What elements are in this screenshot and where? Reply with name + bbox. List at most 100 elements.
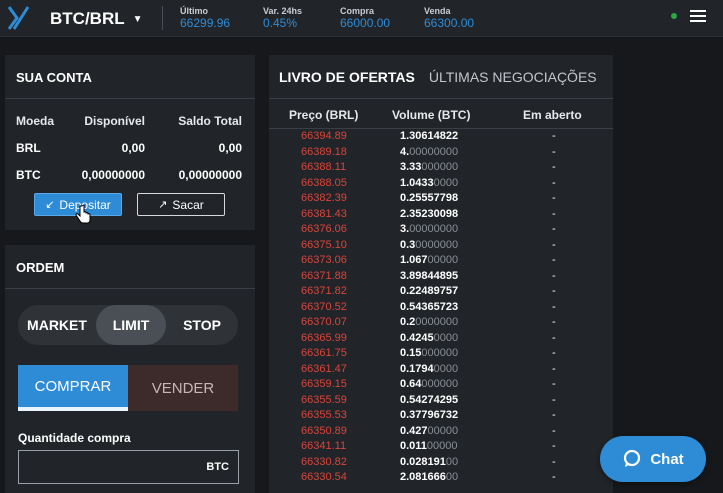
volume-main: 0.1794 <box>400 362 434 375</box>
stat-label: Venda <box>424 6 451 16</box>
volume-cell: 2.35230098 <box>400 208 458 220</box>
table-row[interactable]: 66394.89 1.30614822 - <box>269 129 613 145</box>
table-row[interactable]: 66371.82 0.22489757 - <box>269 284 613 300</box>
price-cell: 66375.10 <box>301 238 347 251</box>
available-cell: 0,00000000 <box>81 167 145 182</box>
table-row[interactable]: 66389.18 4.00000000 - <box>269 145 613 161</box>
chat-button[interactable]: Chat <box>600 436 706 482</box>
volume-padding: 00000000 <box>409 145 459 158</box>
price-cell: 66376.06 <box>301 223 347 235</box>
pair-label: BTC/BRL <box>50 9 125 28</box>
table-row[interactable]: 66388.05 1.04330000 - <box>269 176 613 192</box>
order-type-selector: MARKET LIMIT STOP <box>18 305 238 345</box>
quantity-input[interactable]: BTC <box>18 450 239 484</box>
total-cell: 0,00000000 <box>178 167 242 182</box>
quantity-label: Quantidade compra <box>18 431 131 445</box>
volume-cell: 0.22489757 <box>400 285 458 297</box>
table-row[interactable]: 66376.06 3.00000000 - <box>269 222 613 238</box>
table-row: BRL 0,00 0,00 <box>5 134 255 161</box>
price-cell: 66373.06 <box>301 254 347 266</box>
volume-main: 0.3 <box>400 238 416 251</box>
balance-table: Moeda Disponível Saldo Total BRL 0,00 0,… <box>5 107 255 188</box>
order-panel: ORDEM MARKET LIMIT STOP COMPRAR VENDER Q… <box>5 245 255 493</box>
volume-cell: 0.54274295 <box>400 394 458 406</box>
open-cell: - <box>552 145 556 158</box>
hamburger-menu-icon[interactable] <box>690 10 706 22</box>
stat-buy: Compra 66000.00 <box>340 6 390 30</box>
chat-label: Chat <box>650 450 684 468</box>
table-row[interactable]: 66382.39 0.25557798 - <box>269 191 613 207</box>
table-row[interactable]: 66370.52 0.54365723 - <box>269 300 613 316</box>
table-row[interactable]: 66381.43 2.35230098 - <box>269 207 613 223</box>
volume-cell: 0.30000000 <box>400 239 458 251</box>
open-cell: - <box>552 362 556 375</box>
price-cell: 66394.89 <box>301 130 347 142</box>
coin-cell: BRL <box>16 140 41 155</box>
volume-padding: 0000000 <box>415 316 459 328</box>
table-row[interactable]: 66370.07 0.20000000 - <box>269 315 613 331</box>
sell-tab[interactable]: VENDER <box>128 365 238 411</box>
price-cell: 66388.05 <box>301 176 347 189</box>
price-cell: 66381.43 <box>301 207 347 220</box>
volume-padding: 0000 <box>433 362 459 375</box>
table-row[interactable]: 66341.11 0.01100000 - <box>269 439 613 455</box>
table-row[interactable]: 66361.47 0.17940000 - <box>269 362 613 378</box>
book-tabs: LIVRO DE OFERTAS ÚLTIMAS NEGOCIAÇÕES <box>269 55 613 99</box>
volume-main: 0.011 <box>400 440 427 452</box>
table-row[interactable]: 66371.88 3.89844895 - <box>269 269 613 285</box>
volume-cell: 0.54365723 <box>400 301 458 313</box>
tab-last-trades[interactable]: ÚLTIMAS NEGOCIAÇÕES <box>429 69 597 98</box>
table-row[interactable]: 66355.59 0.54274295 - <box>269 393 613 409</box>
volume-main: 2.081666 <box>400 471 446 483</box>
open-cell: - <box>552 409 556 421</box>
table-row[interactable]: 66355.53 0.37796732 - <box>269 408 613 424</box>
open-cell: - <box>552 378 556 390</box>
volume-cell: 1.04330000 <box>400 177 458 189</box>
volume-main: 1.30614822 <box>400 130 459 142</box>
table-row[interactable]: 66330.82 0.02819100 - <box>269 455 613 471</box>
volume-cell: 0.15000000 <box>400 347 458 359</box>
volume-cell: 0.64000000 <box>400 378 458 390</box>
column-header: Moeda <box>16 113 55 128</box>
open-cell: - <box>552 207 556 220</box>
table-row[interactable]: 66359.15 0.64000000 - <box>269 377 613 393</box>
order-type-limit[interactable]: LIMIT <box>96 305 166 345</box>
table-row[interactable]: 66365.99 0.42450000 - <box>269 331 613 347</box>
volume-main: 1.0433 <box>400 176 434 189</box>
volume-padding: 00000 <box>426 440 458 452</box>
open-cell: - <box>552 316 556 328</box>
open-cell: - <box>552 424 556 437</box>
pair-selector[interactable]: BTC/BRL ▼ <box>50 9 143 29</box>
arrow-up-right-icon: ↗ <box>158 199 168 211</box>
stat-value: 0.45% <box>263 16 298 30</box>
open-cell: - <box>552 440 556 452</box>
open-cell: - <box>552 192 556 204</box>
table-row[interactable]: 66375.10 0.30000000 - <box>269 238 613 254</box>
order-type-market[interactable]: MARKET <box>18 317 96 333</box>
logo-icon[interactable] <box>6 5 32 31</box>
volume-main: 0.54365723 <box>400 300 459 313</box>
volume-cell: 0.42450000 <box>400 332 458 344</box>
table-row[interactable]: 66350.89 0.42700000 - <box>269 424 613 440</box>
price-cell: 66330.82 <box>301 455 347 468</box>
table-row[interactable]: 66388.11 3.33000000 - <box>269 160 613 176</box>
status-dot <box>671 13 677 19</box>
open-cell: - <box>552 455 556 468</box>
volume-cell: 0.02819100 <box>400 456 458 468</box>
table-row[interactable]: 66330.54 2.08166600 - <box>269 470 613 486</box>
table-row[interactable]: 66361.75 0.15000000 - <box>269 346 613 362</box>
volume-padding: 00000 <box>427 254 459 266</box>
coin-cell: BTC <box>16 167 41 182</box>
table-row[interactable]: 66373.06 1.06700000 - <box>269 253 613 269</box>
order-book-panel: LIVRO DE OFERTAS ÚLTIMAS NEGOCIAÇÕES Pre… <box>269 55 613 493</box>
book-header: Preço (BRL) Volume (BTC) Em aberto <box>269 101 613 129</box>
stat-sell: Venda 66300.00 <box>424 6 474 30</box>
tab-order-book[interactable]: LIVRO DE OFERTAS <box>279 69 415 98</box>
volume-main: 0.4245 <box>400 331 434 344</box>
buy-tab[interactable]: COMPRAR <box>18 365 128 411</box>
order-type-stop[interactable]: STOP <box>166 317 238 333</box>
quantity-currency: BTC <box>206 461 229 473</box>
withdraw-button[interactable]: ↗ Sacar <box>137 193 225 216</box>
book-rows: 66394.89 1.30614822-66389.18 4.00000000-66… <box>269 129 613 486</box>
chat-bubble-icon <box>624 449 641 467</box>
